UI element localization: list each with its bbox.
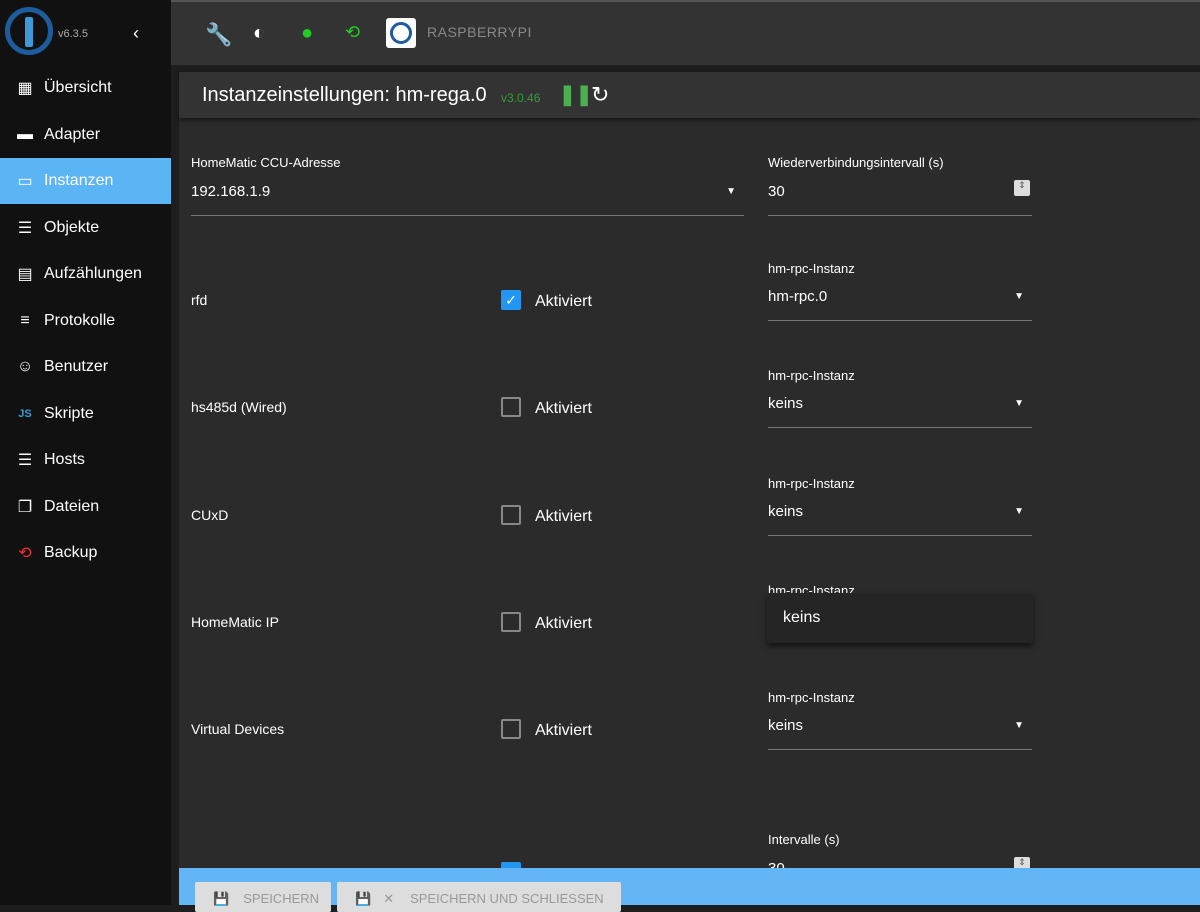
sidebar-item-label: Hosts bbox=[44, 451, 85, 468]
enable-checkbox[interactable] bbox=[501, 397, 521, 418]
expert-mode-icon[interactable]: ● bbox=[301, 22, 313, 45]
row-label: Virtual Devices bbox=[191, 721, 285, 738]
sidebar-item-label: Adapter bbox=[44, 125, 101, 143]
row-label: HomeMatic IP bbox=[191, 613, 279, 630]
enum-icon: ▤ bbox=[17, 266, 33, 283]
save-and-close-button[interactable]: 💾 ✕ SPEICHERN UND SCHLIESSEN bbox=[337, 882, 621, 912]
dropdown-arrow-icon: ▼ bbox=[726, 186, 736, 197]
reconnect-interval-input[interactable]: 30 ⇕ bbox=[768, 176, 1032, 216]
sidebar-item-übersicht[interactable]: ▦ Übersicht bbox=[0, 65, 171, 111]
instance-label: hm-rpc-Instanz bbox=[768, 690, 855, 706]
iobroker-logo[interactable] bbox=[5, 7, 53, 55]
close-icon: ✕ bbox=[383, 891, 395, 906]
instances-icon: ▭ bbox=[17, 173, 33, 190]
row-label: hs485d (Wired) bbox=[191, 399, 287, 416]
panel-header: Instanzeinstellungen: hm-rega.0 v3.0.46 … bbox=[179, 72, 1200, 118]
instance-label: hm-rpc-Instanz bbox=[768, 261, 855, 276]
host-name: RASPBERRYPI bbox=[427, 24, 532, 40]
interval-label: Intervalle (s) bbox=[768, 832, 840, 847]
sidebar-item-benutzer[interactable]: ☺ Benutzer bbox=[0, 344, 171, 390]
sidebar-item-label: Objekte bbox=[44, 218, 100, 236]
dropdown-arrow-icon: ▼ bbox=[1014, 720, 1024, 732]
grid-icon: ▦ bbox=[17, 80, 33, 97]
spinner-icon[interactable]: ⇕ bbox=[1014, 180, 1030, 196]
instance-select[interactable]: hm-rpc.0 ▼ bbox=[768, 281, 1032, 321]
instance-version: v3.0.46 bbox=[501, 91, 541, 105]
sidebar-item-label: Instanzen bbox=[44, 172, 114, 189]
save-icon: 💾 bbox=[355, 891, 372, 906]
dropdown-arrow-icon: ▼ bbox=[1014, 398, 1024, 410]
ccu-address-label: HomeMatic CCU-Adresse bbox=[191, 155, 341, 170]
dropdown-arrow-icon: ▼ bbox=[1014, 505, 1024, 517]
footer-bar: 💾 SPEICHERN 💾 ✕ SPEICHERN UND SCHLIESSEN bbox=[179, 868, 1200, 912]
page-title: Instanzeinstellungen: hm-rega.0 bbox=[202, 84, 487, 106]
sidebar-item-label: Protokolle bbox=[44, 311, 116, 329]
instance-select[interactable]: keins ▼ bbox=[768, 710, 1032, 751]
instance-select[interactable]: keins ▼ bbox=[768, 496, 1032, 536]
wrench-icon[interactable]: 🔧 bbox=[205, 22, 232, 48]
sidebar-item-dateien[interactable]: ❐ Dateien bbox=[0, 484, 171, 530]
theme-toggle-icon[interactable]: ◐ bbox=[253, 22, 265, 45]
row-label: rfd bbox=[191, 292, 208, 308]
enable-checkbox[interactable] bbox=[501, 719, 521, 740]
save-icon: 💾 bbox=[213, 891, 230, 906]
js-icon: JS bbox=[18, 407, 32, 420]
pause-icon[interactable]: ❚❚ bbox=[559, 82, 593, 107]
save-button[interactable]: 💾 SPEICHERN bbox=[195, 882, 331, 912]
instance-settings-panel: Instanzeinstellungen: hm-rega.0 v3.0.46 … bbox=[179, 72, 1200, 905]
checkbox-label: Aktiviert bbox=[535, 722, 592, 740]
sidebar-item-hosts[interactable]: ☰ Hosts bbox=[0, 437, 171, 483]
cloud-sync-icon[interactable]: ⟲ bbox=[345, 22, 360, 43]
checkbox-label: Aktiviert bbox=[535, 614, 592, 632]
hosts-icon: ☰ bbox=[17, 452, 33, 469]
sidebar-item-label: Dateien bbox=[44, 497, 100, 515]
enable-checkbox[interactable] bbox=[501, 504, 521, 525]
sidebar-item-aufzählungen[interactable]: ▤ Aufzählungen bbox=[0, 251, 171, 297]
dropdown-arrow-icon: ▼ bbox=[1014, 291, 1024, 302]
sidebar-item-backup[interactable]: ⟲ Backup bbox=[0, 530, 171, 576]
instance-value: hm-rpc.0 bbox=[768, 288, 828, 305]
ccu-address-value: 192.168.1.9 bbox=[191, 183, 271, 200]
enable-checkbox[interactable] bbox=[501, 611, 521, 632]
checkbox-label: Aktiviert bbox=[535, 400, 592, 418]
save-close-label: SPEICHERN UND SCHLIESSEN bbox=[410, 891, 604, 906]
sidebar-item-label: Übersicht bbox=[44, 79, 112, 96]
sidebar-item-label: Aufzählungen bbox=[44, 265, 142, 282]
collapse-sidebar-icon[interactable]: ‹ bbox=[133, 23, 139, 44]
instance-select[interactable]: keins ▼ bbox=[768, 388, 1032, 429]
instance-value: keins bbox=[768, 395, 804, 413]
sidebar-item-adapter[interactable]: ▬ Adapter bbox=[0, 112, 171, 158]
toolbar: 🔧 ◐ ● ⟲ RASPBERRYPI bbox=[171, 0, 1200, 65]
ccu-address-select[interactable]: 192.168.1.9 ▼ bbox=[191, 176, 744, 216]
instance-label: hm-rpc-Instanz bbox=[768, 475, 855, 491]
checkbox-label: Aktiviert bbox=[535, 507, 592, 525]
sidebar-item-instanzen[interactable]: ▭ Instanzen bbox=[0, 158, 171, 204]
file-icon: ❐ bbox=[17, 498, 33, 516]
instance-value: keins bbox=[768, 502, 804, 520]
version-label: v6.3.5 bbox=[58, 28, 88, 40]
sidebar-item-label: Backup bbox=[44, 544, 98, 561]
list-icon: ☰ bbox=[17, 219, 33, 237]
sidebar-item-skripte[interactable]: JS Skripte bbox=[0, 391, 171, 437]
store-icon: ▬ bbox=[17, 125, 33, 143]
instance-label: hm-rpc-Instanz bbox=[768, 368, 855, 384]
checkbox-label: Aktiviert bbox=[535, 293, 592, 310]
log-icon: ≡ bbox=[20, 311, 30, 329]
host-logo-icon bbox=[386, 18, 416, 48]
user-icon: ☺ bbox=[16, 358, 34, 375]
reconnect-interval-label: Wiederverbindungsintervall (s) bbox=[768, 155, 944, 170]
instance-dropdown-menu-item[interactable]: keins bbox=[767, 593, 1033, 643]
sidebar-item-label: Benutzer bbox=[44, 358, 109, 375]
save-label: SPEICHERN bbox=[243, 891, 320, 906]
row-label: CUxD bbox=[191, 506, 229, 523]
sidebar: v6.3.5 ‹ ▦ Übersicht ▬ Adapter ▭ Instanzen ☰ Ob… bbox=[0, 0, 171, 905]
enable-checkbox[interactable]: ✓ bbox=[501, 290, 521, 310]
instance-value: keins bbox=[768, 717, 804, 735]
reload-icon[interactable]: ↻ bbox=[591, 82, 609, 108]
backup-icon: ⟲ bbox=[18, 545, 32, 562]
sidebar-item-protokolle[interactable]: ≡ Protokolle bbox=[0, 298, 171, 344]
sidebar-item-label: Skripte bbox=[44, 404, 94, 422]
sidebar-item-objekte[interactable]: ☰ Objekte bbox=[0, 205, 171, 251]
reconnect-interval-value: 30 bbox=[768, 183, 785, 200]
